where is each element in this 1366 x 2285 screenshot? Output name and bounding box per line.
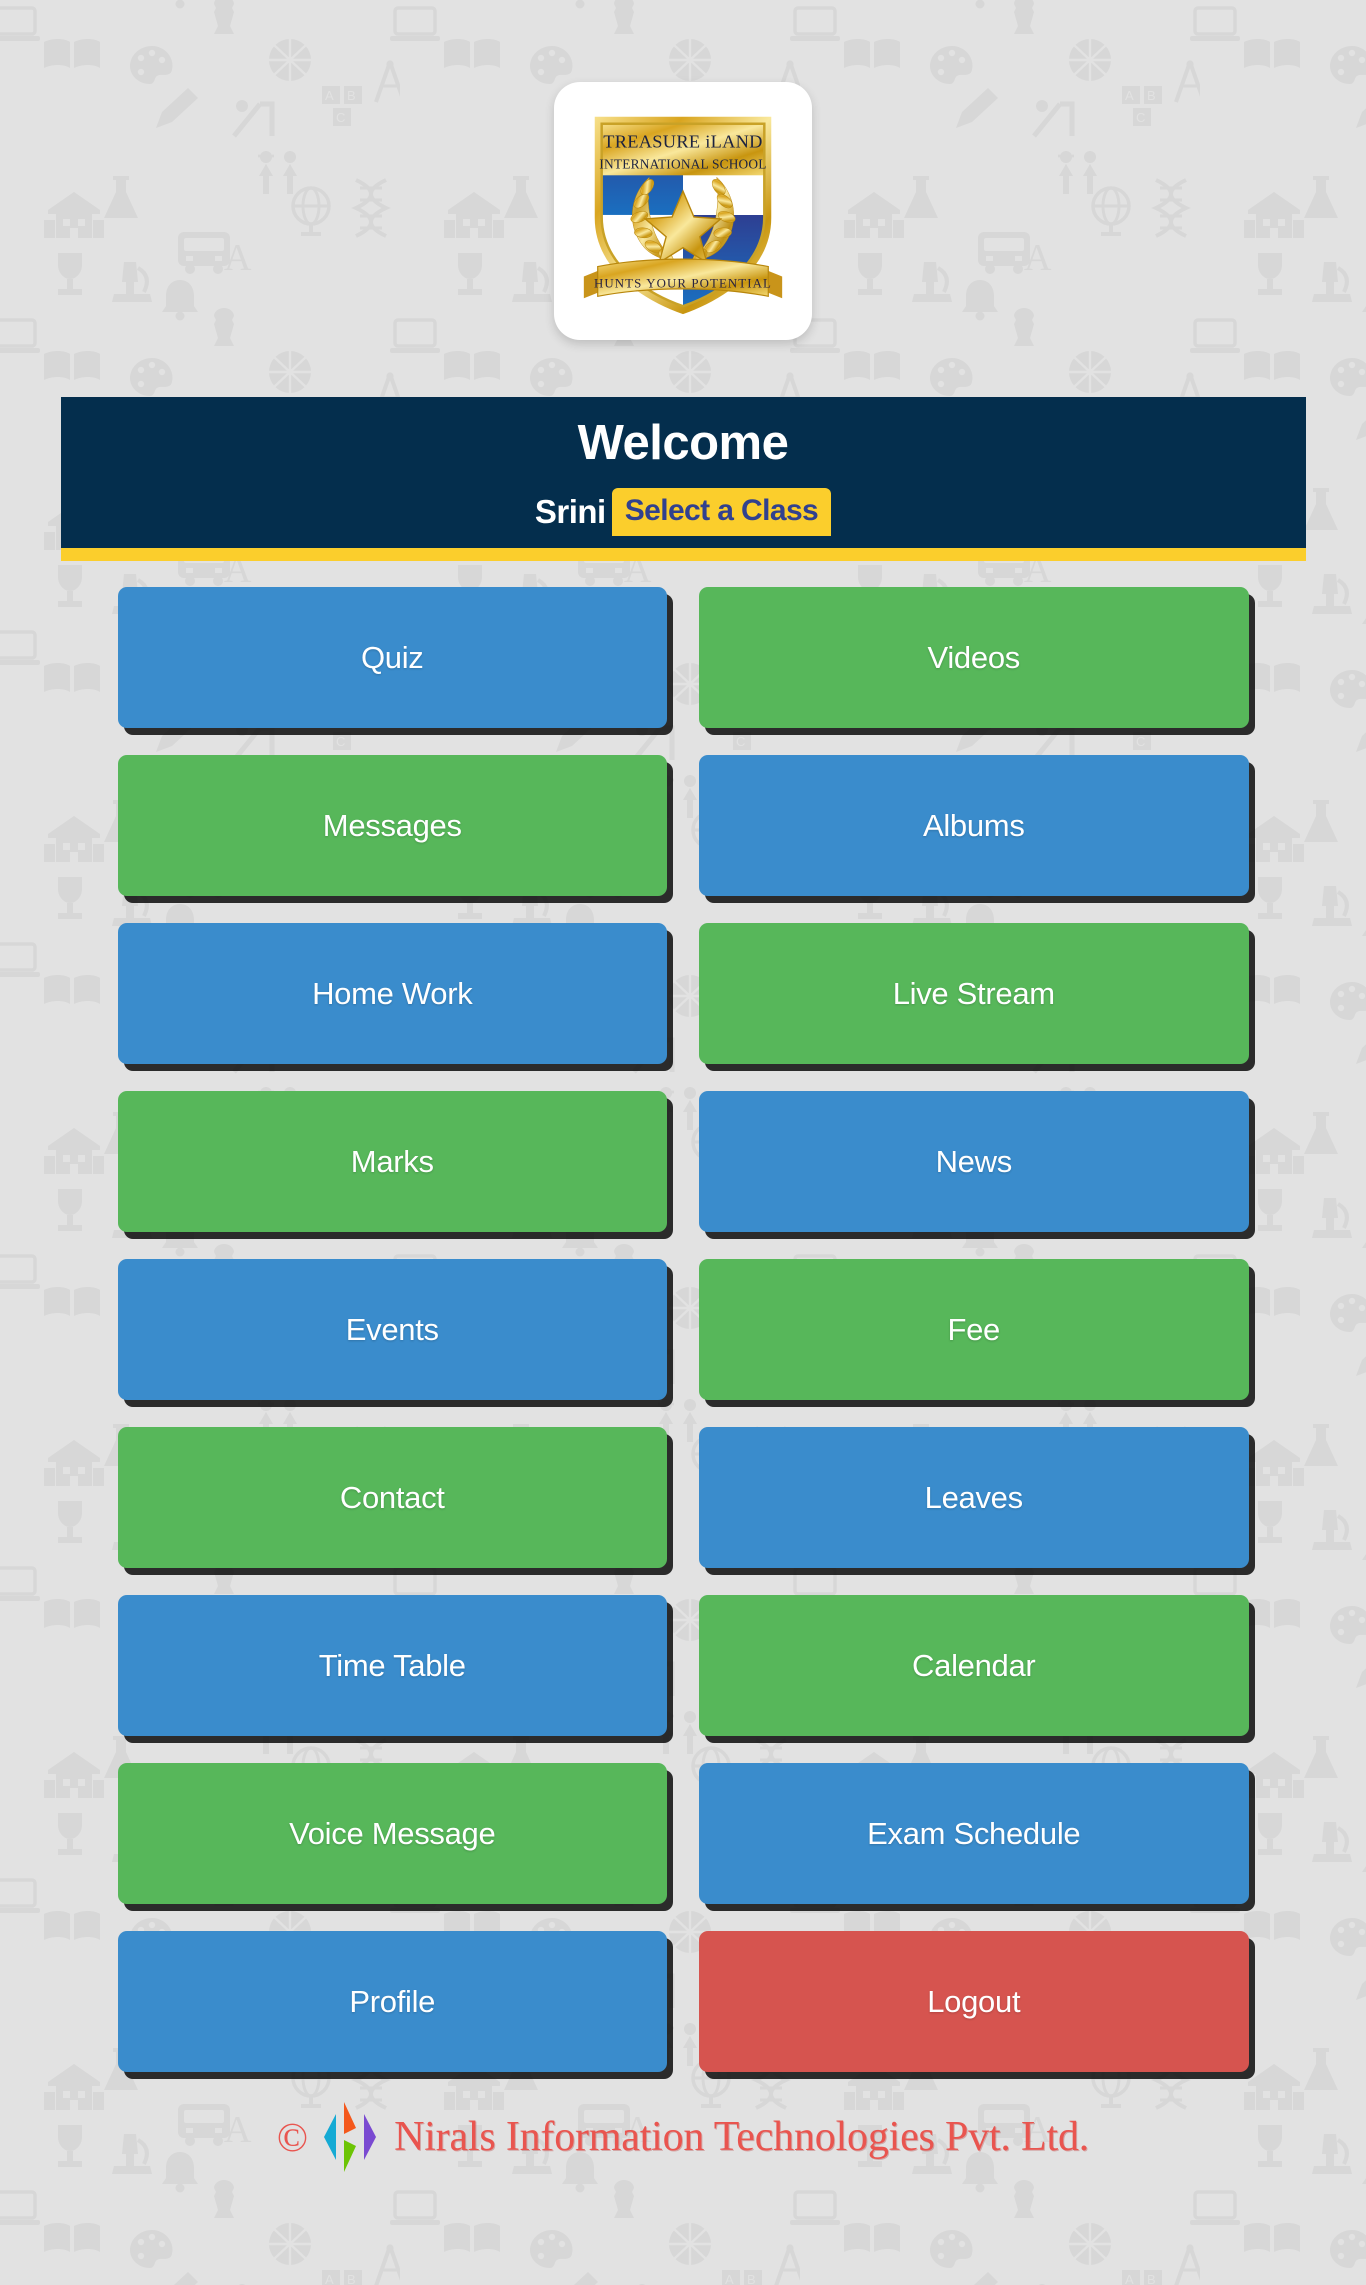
menu-tile-albums[interactable]: Albums [699, 755, 1249, 897]
user-row: Srini Select a Class [61, 488, 1306, 538]
welcome-header: Welcome Srini Select a Class [60, 397, 1306, 562]
menu-tile-events[interactable]: Events [117, 1259, 667, 1401]
menu-tile-live-stream[interactable]: Live Stream [699, 923, 1249, 1065]
footer-company-name: Nirals Information Technologies Pvt. Ltd… [394, 2114, 1090, 2161]
menu-tile-leaves[interactable]: Leaves [699, 1427, 1249, 1569]
menu-tile-home-work[interactable]: Home Work [117, 923, 667, 1065]
menu-tile-time-table[interactable]: Time Table [117, 1595, 667, 1737]
menu-tile-quiz[interactable]: Quiz [117, 587, 667, 729]
menu-tile-voice-message[interactable]: Voice Message [117, 1763, 667, 1905]
menu-tile-contact[interactable]: Contact [117, 1427, 667, 1569]
menu-tile-fee[interactable]: Fee [699, 1259, 1249, 1401]
app-screen: TREASURE iLAND INTERNATIONAL SCHOOL HUNT… [0, 0, 1366, 2285]
menu-tile-calendar[interactable]: Calendar [699, 1595, 1249, 1737]
menu-tile-videos[interactable]: Videos [699, 587, 1249, 729]
page-title: Welcome [577, 416, 789, 470]
select-class-button[interactable]: Select a Class [611, 488, 832, 537]
copyright-icon: © [276, 2113, 309, 2160]
crest-school-subtitle: INTERNATIONAL SCHOOL [599, 156, 766, 171]
user-name: Srini [534, 493, 606, 531]
menu-tile-marks[interactable]: Marks [117, 1091, 667, 1233]
menu-tile-messages[interactable]: Messages [117, 755, 667, 897]
crest-school-name: TREASURE iLAND [603, 132, 762, 152]
menu-grid: Quiz Videos Messages Albums Home Work Live St… [61, 587, 1306, 2073]
menu-tile-logout[interactable]: Logout [699, 1931, 1249, 2073]
menu-tile-profile[interactable]: Profile [117, 1931, 667, 2073]
school-crest-icon: TREASURE iLAND INTERNATIONAL SCHOOL HUNT… [583, 116, 783, 315]
footer: © Nirals Information Technologies Pvt. L… [0, 2100, 1366, 2174]
menu-tile-news[interactable]: News [699, 1091, 1249, 1233]
menu-tile-exam-schedule[interactable]: Exam Schedule [699, 1763, 1249, 1905]
crest-motto-text: HUNTS YOUR POTENTIAL [594, 276, 772, 290]
school-logo-card: TREASURE iLAND INTERNATIONAL SCHOOL HUNT… [554, 82, 812, 340]
nirals-logo-icon [324, 2102, 377, 2173]
